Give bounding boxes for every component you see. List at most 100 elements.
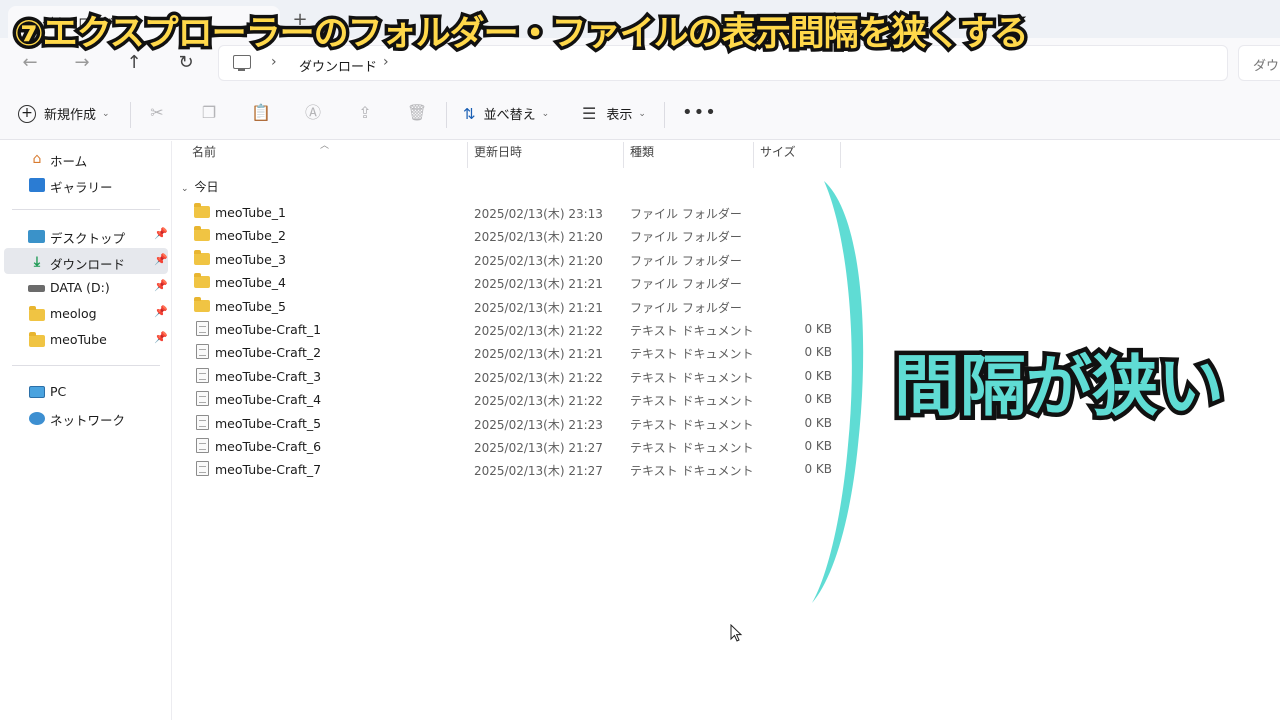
text-document-icon [196, 461, 209, 477]
sidebar-item-meolog[interactable]: meolog 📌 [4, 300, 168, 326]
folder-icon [194, 249, 210, 265]
column-divider[interactable] [840, 142, 841, 168]
file-name: meoTube_5 [215, 298, 287, 314]
column-divider[interactable] [753, 142, 754, 168]
file-name: meoTube-Craft_4 [215, 392, 322, 408]
file-row[interactable]: meoTube_5 2025/02/13(木) 21:21 ファイル フォルダー [190, 295, 840, 318]
sidebar-item-home[interactable]: ⌂ ホーム [4, 145, 168, 171]
pin-icon[interactable]: 📌 [154, 331, 168, 344]
chevron-down-icon: ⌄ [541, 108, 550, 119]
file-type: ファイル フォルダー [630, 277, 742, 292]
file-name: meoTube-Craft_3 [215, 368, 322, 384]
copy-icon[interactable]: ❐ [198, 102, 220, 124]
pin-icon[interactable]: 📌 [154, 253, 168, 266]
text-document-icon [196, 367, 209, 383]
file-modified-date: 2025/02/13(木) 21:27 [474, 441, 603, 455]
file-name: meoTube_4 [215, 275, 287, 291]
file-row[interactable]: meoTube_4 2025/02/13(木) 21:21 ファイル フォルダー [190, 271, 840, 294]
view-button[interactable]: ☰ 表示 ⌄ [582, 104, 646, 123]
file-name: meoTube-Craft_2 [215, 345, 322, 361]
sort-ascending-icon: ︿ [320, 141, 330, 151]
sidebar-item-label: デスクトップ [50, 231, 126, 246]
view-button-label: 表示 [606, 108, 633, 123]
file-name: meoTube-Craft_1 [215, 322, 322, 337]
chevron-down-icon: ⌄ [102, 108, 110, 119]
column-header-name[interactable]: 名前 [192, 143, 216, 167]
view-list-icon: ☰ [582, 104, 597, 123]
file-row[interactable]: meoTube_1 2025/02/13(木) 23:13 ファイル フォルダー [190, 201, 840, 224]
sidebar-item-label: PC [50, 384, 67, 399]
cut-icon[interactable]: ✂ [146, 102, 168, 124]
title-banner: ⑦エクスプローラーのフォルダー・ファイルの表示間隔を狭くする [11, 8, 1033, 60]
file-type: テキスト ドキュメント [630, 370, 754, 385]
file-row[interactable]: meoTube-Craft_7 2025/02/13(木) 21:27 テキスト ド… [190, 458, 840, 481]
sidebar-item-desktop[interactable]: デスクトップ 📌 [4, 222, 168, 248]
file-row[interactable]: meoTube-Craft_5 2025/02/13(木) 21:23 テキスト ド… [190, 412, 840, 435]
file-name: meoTube_1 [215, 205, 287, 220]
bracket-annotation [812, 181, 864, 603]
home-icon: ⌂ [32, 151, 42, 167]
text-document-icon [196, 321, 209, 336]
desktop-icon [28, 228, 46, 244]
share-icon[interactable]: ⇪ [354, 102, 376, 124]
sort-button-label: 並べ替え [483, 108, 536, 123]
file-name: meoTube_3 [215, 251, 287, 267]
file-row[interactable]: meoTube-Craft_2 2025/02/13(木) 21:21 テキスト ド… [190, 341, 840, 364]
column-header-size[interactable]: サイズ [760, 143, 796, 167]
file-row[interactable]: meoTube-Craft_3 2025/02/13(木) 21:22 テキスト ド… [190, 365, 840, 388]
title-banner-text: ⑦エクスプローラーのフォルダー・ファイルの表示間隔を狭くする [11, 11, 1033, 58]
column-header-date[interactable]: 更新日時 [474, 143, 522, 167]
pin-icon[interactable]: 📌 [154, 305, 168, 318]
more-options-icon[interactable]: ••• [682, 102, 717, 123]
column-divider[interactable] [623, 142, 624, 168]
delete-icon[interactable]: 🗑 [406, 102, 428, 124]
rename-icon[interactable]: Ⓐ [302, 102, 324, 124]
text-document-icon [196, 391, 209, 407]
sidebar-item-data-drive[interactable]: DATA (D:) 📌 [4, 274, 168, 300]
search-input[interactable]: ダウンロードの検索 [1238, 45, 1280, 81]
sidebar-divider [12, 365, 160, 366]
file-name: meoTube_2 [215, 228, 287, 244]
file-row[interactable]: meoTube_3 2025/02/13(木) 21:20 ファイル フォルダー [190, 248, 840, 271]
sort-button[interactable]: ⇅ 並べ替え ⌄ [463, 104, 550, 124]
file-type: テキスト ドキュメント [630, 347, 754, 362]
file-row[interactable]: meoTube_2 2025/02/13(木) 21:20 ファイル フォルダー [190, 224, 840, 247]
paste-icon[interactable]: 📋 [250, 102, 272, 124]
file-row[interactable]: meoTube-Craft_1 2025/02/13(木) 21:22 テキスト ド… [190, 318, 840, 341]
file-type: ファイル フォルダー [630, 230, 742, 245]
toolbar-divider [446, 102, 447, 128]
sidebar-item-downloads[interactable]: ⤓ ダウンロード 📌 [4, 248, 168, 274]
file-modified-date: 2025/02/13(木) 21:22 [474, 324, 603, 338]
pin-icon[interactable]: 📌 [154, 227, 168, 240]
file-name: meoTube-Craft_6 [215, 439, 322, 454]
sidebar-item-pc[interactable]: PC [4, 378, 168, 404]
pin-icon[interactable]: 📌 [154, 279, 168, 292]
file-row[interactable]: meoTube-Craft_4 2025/02/13(木) 21:22 テキスト ド… [190, 388, 840, 411]
group-header-today[interactable]: ⌄ 今日 [181, 178, 219, 195]
file-type: テキスト ドキュメント [630, 417, 754, 432]
file-modified-date: 2025/02/13(木) 23:13 [474, 207, 603, 221]
sidebar-item-gallery[interactable]: ギャラリー [4, 171, 168, 197]
new-button[interactable]: + 新規作成 ⌄ [18, 104, 110, 126]
text-document-icon [196, 344, 209, 360]
file-modified-date: 2025/02/13(木) 21:23 [474, 417, 603, 432]
pc-icon [28, 384, 46, 400]
sidebar-item-meotube[interactable]: meoTube 📌 [4, 326, 168, 352]
file-row[interactable]: meoTube-Craft_6 2025/02/13(木) 21:27 テキスト ド… [190, 435, 840, 458]
sidebar-item-network[interactable]: ネットワーク [4, 404, 168, 430]
gallery-icon [28, 177, 46, 193]
navigation-pane: ⌂ ホーム ギャラリー デスクトップ 📌 ⤓ ダウンロード 📌 DATA (D:… [0, 141, 172, 720]
command-bar: + 新規作成 ⌄ ✂ ❐ 📋 Ⓐ ⇪ 🗑 ⇅ 並べ替え ⌄ ☰ 表示 ⌄ ••• [0, 88, 1280, 140]
text-document-icon [196, 414, 209, 430]
file-modified-date: 2025/02/13(木) 21:27 [474, 464, 603, 479]
column-divider[interactable] [467, 142, 468, 168]
file-modified-date: 2025/02/13(木) 21:22 [474, 370, 603, 385]
chevron-down-icon: ⌄ [181, 184, 189, 194]
folder-icon [194, 273, 210, 289]
file-modified-date: 2025/02/13(木) 21:21 [474, 347, 603, 362]
chevron-down-icon: ⌄ [638, 108, 646, 119]
file-modified-date: 2025/02/13(木) 21:20 [474, 253, 603, 268]
group-label: 今日 [194, 180, 219, 194]
column-header-type[interactable]: 種類 [630, 143, 654, 167]
file-modified-date: 2025/02/13(木) 21:21 [474, 277, 603, 292]
